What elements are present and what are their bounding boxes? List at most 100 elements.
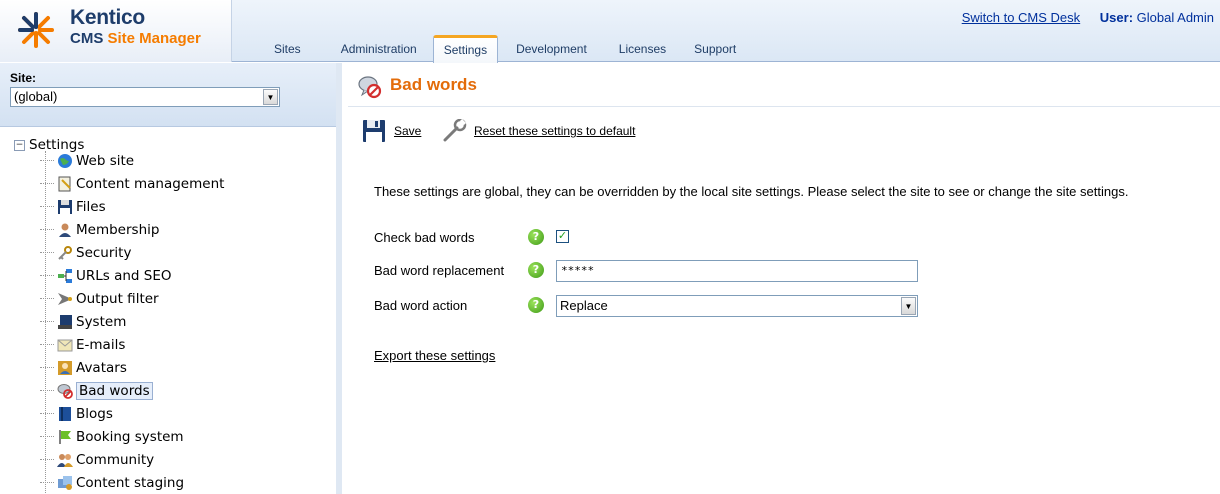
switch-to-cms-desk-link[interactable]: Switch to CMS Desk — [962, 10, 1080, 25]
tree-item-label: Booking system — [76, 429, 184, 445]
tree-item-label: Avatars — [76, 360, 127, 376]
site-select[interactable]: (global) ▼ — [10, 87, 280, 107]
left-panel: Site: (global) ▼ − Settings Web site Con… — [0, 63, 342, 494]
tree-connector — [40, 358, 54, 368]
tree-item-label: Content staging — [76, 475, 185, 491]
flag-icon — [56, 428, 74, 446]
tree-connector — [40, 427, 54, 437]
help-icon[interactable]: ? — [528, 229, 544, 245]
tree-connector — [40, 174, 54, 184]
tab-development[interactable]: Development — [516, 36, 587, 62]
tree-item-web-site[interactable]: Web site — [40, 151, 134, 171]
reset-button[interactable]: Reset these settings to default — [442, 119, 635, 143]
product-accent: Site Manager — [107, 30, 201, 47]
sitemap-icon — [56, 267, 74, 285]
kentico-logo-icon — [18, 12, 54, 48]
staging-icon — [56, 474, 74, 492]
tree-connector — [40, 220, 54, 230]
tab-administration[interactable]: Administration — [341, 36, 417, 62]
group-icon — [56, 451, 74, 469]
user-label: User: — [1099, 10, 1134, 25]
toolbar: Save Reset these settings to default — [348, 107, 1220, 155]
key-icon — [56, 244, 74, 262]
main-tabs: Sites Administration Settings Developmen… — [232, 35, 736, 63]
tree-connector — [40, 289, 54, 299]
help-icon[interactable]: ? — [528, 262, 544, 278]
page-title: Bad words — [390, 75, 477, 94]
chevron-down-icon[interactable]: ▼ — [263, 89, 278, 105]
chevron-down-icon[interactable]: ▼ — [901, 297, 916, 315]
check-bad-words-row: Check bad words ? ✓ — [374, 226, 974, 250]
tree-item-label: Blogs — [76, 406, 113, 422]
bad-word-action-label: Bad word action — [374, 298, 468, 313]
collapse-icon[interactable]: − — [14, 139, 25, 151]
tree-connector — [40, 381, 54, 391]
bad-word-replacement-label: Bad word replacement — [374, 263, 505, 278]
tree-item-output-filter[interactable]: Output filter — [40, 289, 159, 309]
logo[interactable]: Kentico CMS Site Manager — [0, 0, 232, 62]
tree-connector — [40, 243, 54, 253]
tree-item-booking-system[interactable]: Booking system — [40, 427, 184, 447]
export-settings-link[interactable]: Export these settings — [374, 348, 495, 363]
main-content: Bad words Save Reset these settings to d… — [348, 63, 1220, 494]
envelope-icon — [56, 336, 74, 354]
wrench-icon — [443, 119, 467, 142]
bad-words-icon — [56, 382, 74, 400]
save-icon — [363, 120, 385, 142]
user-bar: Switch to CMS Desk User: Global Admin — [962, 10, 1214, 25]
floppy-icon — [56, 198, 74, 216]
tab-support[interactable]: Support — [694, 36, 736, 62]
computer-icon — [56, 313, 74, 331]
tree-item-membership[interactable]: Membership — [40, 220, 159, 240]
tree-item-content-staging[interactable]: Content staging — [40, 473, 184, 493]
tree-item-label: Output filter — [76, 291, 159, 307]
tree-connector — [40, 266, 54, 276]
tree-item-label: System — [76, 314, 127, 330]
tree-item-blogs[interactable]: Blogs — [40, 404, 113, 424]
tree-item-avatars[interactable]: Avatars — [40, 358, 127, 378]
save-button[interactable]: Save — [362, 119, 421, 143]
avatar-icon — [56, 359, 74, 377]
tree-item-label: Files — [76, 199, 106, 215]
tree-item-label: Content management — [76, 176, 225, 192]
user-icon — [56, 221, 74, 239]
tree-item-files[interactable]: Files — [40, 197, 106, 217]
book-icon — [56, 405, 74, 423]
site-selector: Site: (global) ▼ — [0, 63, 336, 127]
tree-item-content-management[interactable]: Content management — [40, 174, 224, 194]
brand-name: Kentico — [70, 6, 145, 29]
reset-label[interactable]: Reset these settings to default — [474, 124, 635, 138]
bad-word-action-select[interactable]: Replace ▼ — [556, 295, 918, 317]
tree-item-urls-and-seo[interactable]: URLs and SEO — [40, 266, 172, 286]
tree-connector — [40, 335, 54, 345]
check-bad-words-label: Check bad words — [374, 230, 475, 245]
product-prefix: CMS — [70, 30, 108, 47]
site-select-value: (global) — [14, 89, 58, 104]
export-settings: Export these settings — [374, 348, 495, 363]
tab-settings[interactable]: Settings — [432, 35, 499, 63]
save-label[interactable]: Save — [394, 124, 421, 138]
tree-item-security[interactable]: Security — [40, 243, 131, 263]
content-management-icon — [56, 175, 74, 193]
tree-item-label: Bad words — [76, 382, 153, 400]
tree-item-community[interactable]: Community — [40, 450, 154, 470]
help-icon[interactable]: ? — [528, 297, 544, 313]
tree-connector — [40, 473, 54, 483]
tree-item-label: URLs and SEO — [76, 268, 172, 284]
tree-connector — [40, 312, 54, 322]
tree-item-label: Web site — [76, 153, 135, 169]
check-bad-words-checkbox[interactable]: ✓ — [556, 230, 569, 243]
tree-item-e-mails[interactable]: E-mails — [40, 335, 125, 355]
tree-item-system[interactable]: System — [40, 312, 126, 332]
tree-item-bad-words[interactable]: Bad words — [40, 381, 153, 401]
globe-icon — [56, 152, 74, 170]
tree-connector — [40, 404, 54, 414]
user-name: Global Admin — [1136, 10, 1214, 25]
bad-words-icon — [358, 75, 382, 102]
bad-word-replacement-row: Bad word replacement ? ***** — [374, 259, 974, 283]
bad-word-action-row: Bad word action ? Replace ▼ — [374, 294, 974, 318]
tree-item-label: Community — [76, 452, 155, 468]
bad-word-replacement-input[interactable]: ***** — [556, 260, 918, 282]
tab-licenses[interactable]: Licenses — [619, 36, 666, 62]
tab-sites[interactable]: Sites — [274, 36, 301, 62]
